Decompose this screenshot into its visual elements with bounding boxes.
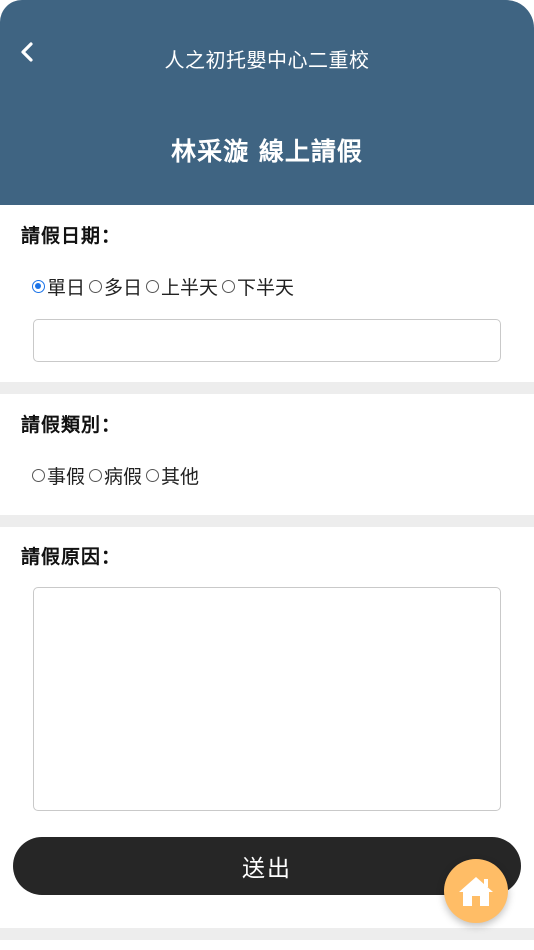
date-input[interactable] [33, 319, 501, 362]
radio-personal-leave[interactable]: 事假 [32, 462, 85, 489]
section-divider [0, 515, 534, 527]
radio-button[interactable] [146, 280, 160, 293]
leave-reason-label: 請假原因： [21, 546, 122, 568]
radio-button[interactable] [222, 280, 236, 293]
home-button[interactable] [444, 859, 508, 923]
radio-afternoon[interactable]: 下半天 [222, 273, 294, 300]
radio-morning[interactable]: 上半天 [146, 273, 218, 300]
radio-label: 病假 [104, 466, 143, 488]
leave-type-options: 事假 病假 其他 [32, 462, 203, 489]
section-divider [0, 382, 534, 394]
school-name: 人之初托嬰中心二重校 [164, 48, 370, 72]
header-bar: 人之初托嬰中心二重校 林采漩 線上請假 [0, 0, 534, 205]
page-title: 林采漩 線上請假 [171, 137, 363, 166]
radio-label: 其他 [161, 466, 200, 488]
radio-label: 下半天 [237, 277, 295, 299]
radio-label: 事假 [47, 466, 86, 488]
radio-sick-leave[interactable]: 病假 [89, 462, 142, 489]
radio-multi-day[interactable]: 多日 [89, 273, 142, 300]
radio-other-leave[interactable]: 其他 [146, 462, 199, 489]
radio-single-day[interactable]: 單日 [32, 273, 85, 300]
leave-date-options: 單日 多日 上半天 下半天 [32, 273, 298, 300]
radio-button[interactable] [32, 469, 45, 482]
reason-textarea[interactable] [33, 587, 501, 811]
leave-type-label: 請假類別： [21, 414, 122, 436]
radio-label: 單日 [47, 277, 86, 299]
home-icon [459, 877, 493, 906]
radio-button[interactable] [89, 469, 103, 482]
leave-date-label: 請假日期： [21, 225, 122, 247]
bottom-divider [0, 928, 534, 940]
radio-button-checked[interactable] [32, 280, 45, 293]
radio-label: 多日 [104, 277, 143, 299]
radio-button[interactable] [146, 469, 160, 482]
radio-button[interactable] [89, 280, 103, 293]
radio-label: 上半天 [161, 277, 219, 299]
